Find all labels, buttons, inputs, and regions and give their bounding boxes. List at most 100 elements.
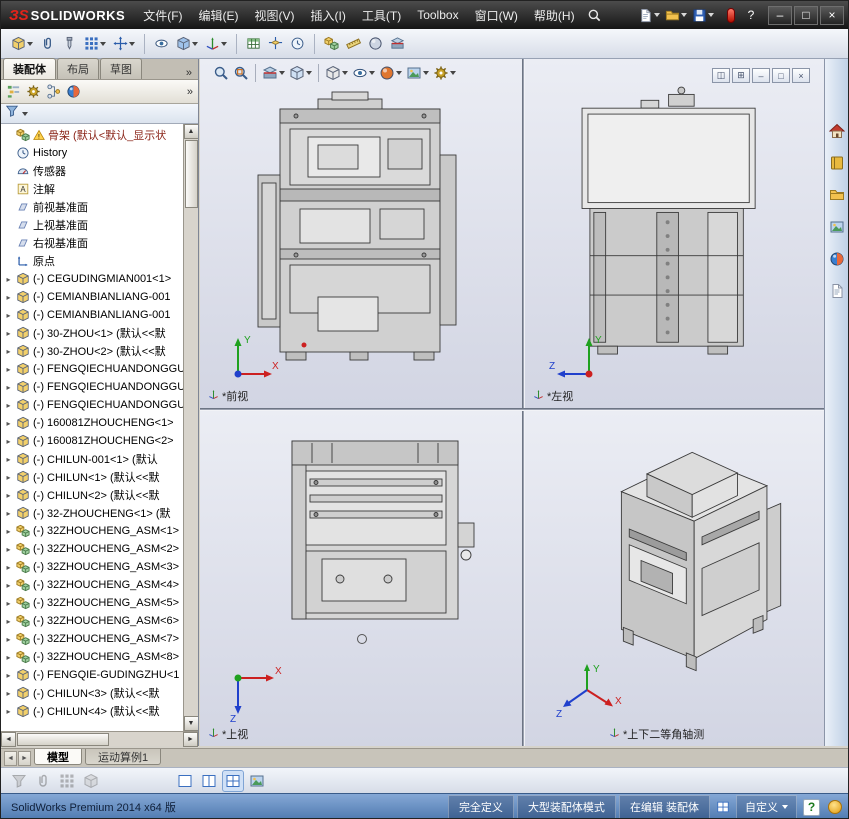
menu-item-1[interactable]: 编辑(E) bbox=[191, 1, 247, 29]
assembly-features-button[interactable] bbox=[174, 34, 200, 53]
tree-item[interactable]: ▸(-) FENGQIECHUANDONGGUD bbox=[1, 360, 183, 378]
tree-item[interactable]: ▸(-) CEGUDINGMIAN001<1> bbox=[1, 270, 183, 288]
smart-fasteners-button[interactable] bbox=[60, 34, 79, 53]
tree-item[interactable]: ▸(-) 32-ZHOUCHENG<1> (默 bbox=[1, 504, 183, 522]
hscrollbar-thumb[interactable] bbox=[17, 733, 109, 746]
tree-item[interactable]: 原点 bbox=[1, 252, 183, 270]
expand-arrow-icon[interactable]: ▸ bbox=[4, 365, 13, 374]
measure-button[interactable] bbox=[344, 34, 363, 53]
minimize-doc-button[interactable]: – bbox=[752, 68, 770, 83]
viewport-four-button[interactable] bbox=[223, 771, 243, 791]
insert-components-button[interactable] bbox=[9, 34, 35, 53]
tree-item[interactable]: ▸(-) CEMIANBIANLIANG-001 bbox=[1, 306, 183, 324]
vertical-scrollbar[interactable]: ▲ ▼ bbox=[183, 124, 198, 731]
doc-tab-0[interactable]: 模型 bbox=[34, 749, 82, 765]
linear-component-pattern-button[interactable] bbox=[82, 34, 108, 53]
expand-arrow-icon[interactable]: ▸ bbox=[4, 509, 13, 518]
menu-item-2[interactable]: 视图(V) bbox=[247, 1, 303, 29]
menu-item-3[interactable]: 插入(I) bbox=[303, 1, 354, 29]
tree-item[interactable]: ▸(-) CHILUN-001<1> (默认 bbox=[1, 450, 183, 468]
view-settings-button[interactable] bbox=[432, 64, 457, 82]
expand-arrow-icon[interactable]: ▸ bbox=[4, 563, 13, 572]
save-icon[interactable] bbox=[690, 7, 716, 24]
expand-arrow-icon[interactable]: ▸ bbox=[4, 347, 13, 356]
tree-item[interactable]: ▸(-) CHILUN<1> (默认<<默 bbox=[1, 468, 183, 486]
expand-arrow-icon[interactable]: ▸ bbox=[4, 689, 13, 698]
minimize-button[interactable]: – bbox=[768, 6, 792, 25]
expand-arrow-icon[interactable]: ▸ bbox=[4, 635, 13, 644]
viewport-top[interactable]: X Z *上视 bbox=[200, 411, 522, 746]
help-button[interactable]: ? bbox=[742, 6, 760, 24]
expand-arrow-icon[interactable]: ▸ bbox=[4, 383, 13, 392]
new-file-icon[interactable] bbox=[636, 7, 662, 24]
grid-view-button[interactable]: ⊞ bbox=[732, 68, 750, 83]
commandmanager-tab-2[interactable]: 草图 bbox=[100, 58, 142, 79]
tree-item[interactable]: ▸(-) 30-ZHOU<1> (默认<<默 bbox=[1, 324, 183, 342]
interference-detection-button[interactable] bbox=[322, 34, 341, 53]
solidworks-resources-icon[interactable] bbox=[827, 121, 847, 141]
pane-layout-icon[interactable] bbox=[716, 800, 730, 814]
bill-of-materials-button[interactable] bbox=[244, 34, 263, 53]
viewport-isometric[interactable]: Y X Z *上下二等角轴测 bbox=[525, 411, 824, 746]
move-component-button[interactable] bbox=[111, 34, 137, 53]
viewport-front[interactable]: Y X *前视 bbox=[200, 59, 522, 408]
feature-filter-bar[interactable] bbox=[1, 104, 198, 124]
design-library-icon[interactable] bbox=[827, 153, 847, 173]
tree-item[interactable]: ▸(-) 32ZHOUCHENG_ASM<7> bbox=[1, 630, 183, 648]
viewport-horizontal-splitter[interactable] bbox=[200, 408, 824, 411]
view-palette-quick-button[interactable] bbox=[247, 771, 267, 791]
zoom-to-fit-button[interactable] bbox=[212, 64, 230, 82]
tree-item[interactable]: ▸(-) 160081ZHOUCHENG<1> bbox=[1, 414, 183, 432]
expand-arrow-icon[interactable]: ▸ bbox=[4, 437, 13, 446]
scroll-right-button[interactable]: ► bbox=[183, 732, 198, 747]
apply-scene-button[interactable] bbox=[405, 64, 430, 82]
search-icon[interactable] bbox=[587, 8, 602, 23]
tree-item[interactable]: ▸(-) 32ZHOUCHENG_ASM<8> bbox=[1, 648, 183, 666]
status-help-button[interactable]: ? bbox=[803, 799, 820, 816]
commandmanager-tab-0[interactable]: 装配体 bbox=[3, 58, 56, 79]
scroll-down-button[interactable]: ▼ bbox=[184, 716, 199, 731]
commandmanager-tab-1[interactable]: 布局 bbox=[57, 58, 99, 79]
menu-item-0[interactable]: 文件(F) bbox=[135, 1, 190, 29]
section-view-button[interactable] bbox=[261, 64, 286, 82]
tree-item[interactable]: ▸(-) CHILUN<2> (默认<<默 bbox=[1, 486, 183, 504]
viewport-single-button[interactable] bbox=[175, 771, 195, 791]
display-style-button[interactable] bbox=[324, 64, 349, 82]
expand-arrow-icon[interactable]: ▸ bbox=[4, 581, 13, 590]
expand-arrow-icon[interactable]: ▸ bbox=[4, 473, 13, 482]
tree-item[interactable]: ▸(-) FENGQIE-GUDINGZHU<1 bbox=[1, 666, 183, 684]
expand-arrow-icon[interactable]: ▸ bbox=[4, 599, 13, 608]
tab-scroll-right-button[interactable]: ► bbox=[18, 751, 31, 766]
featuremanager-tab[interactable] bbox=[6, 84, 21, 99]
manager-overflow-chevron[interactable]: » bbox=[187, 86, 193, 98]
expand-arrow-icon[interactable]: ▸ bbox=[4, 455, 13, 464]
mass-properties-button[interactable] bbox=[366, 34, 385, 53]
tabs-overflow-chevron[interactable]: » bbox=[180, 67, 198, 79]
tree-item[interactable]: !骨架 (默认<默认_显示状 bbox=[1, 126, 183, 144]
appearances-scenes-icon[interactable] bbox=[827, 249, 847, 269]
expand-arrow-icon[interactable]: ▸ bbox=[4, 293, 13, 302]
tree-item[interactable]: ▸(-) 30-ZHOU<2> (默认<<默 bbox=[1, 342, 183, 360]
displaymanager-tab[interactable] bbox=[66, 84, 81, 99]
viewport-two-button[interactable] bbox=[199, 771, 219, 791]
tree-item[interactable]: 上视基准面 bbox=[1, 216, 183, 234]
tree-item[interactable]: ▸(-) CHILUN<4> (默认<<默 bbox=[1, 702, 183, 720]
hide-show-items-button[interactable] bbox=[351, 64, 376, 82]
close-button[interactable]: × bbox=[820, 6, 844, 25]
tree-item[interactable]: ▸(-) CHILUN<3> (默认<<默 bbox=[1, 684, 183, 702]
propertymanager-tab[interactable] bbox=[26, 84, 41, 99]
new-motion-study-button[interactable] bbox=[288, 34, 307, 53]
tree-item[interactable]: ▸(-) 32ZHOUCHENG_ASM<4> bbox=[1, 576, 183, 594]
expand-arrow-icon[interactable]: ▸ bbox=[4, 527, 13, 536]
customize-dropdown[interactable]: 自定义 bbox=[736, 795, 797, 819]
chevron-down-icon[interactable] bbox=[22, 112, 28, 116]
expand-arrow-icon[interactable]: ▸ bbox=[4, 707, 13, 716]
view-palette-icon[interactable] bbox=[827, 217, 847, 237]
view-orientation-button[interactable] bbox=[288, 64, 313, 82]
expand-arrow-icon[interactable]: ▸ bbox=[4, 671, 13, 680]
tree-item[interactable]: 前视基准面 bbox=[1, 198, 183, 216]
menu-item-6[interactable]: 窗口(W) bbox=[467, 1, 526, 29]
close-doc-button[interactable]: × bbox=[792, 68, 810, 83]
expand-arrow-icon[interactable]: ▸ bbox=[4, 491, 13, 500]
maximize-button[interactable]: □ bbox=[794, 6, 818, 25]
